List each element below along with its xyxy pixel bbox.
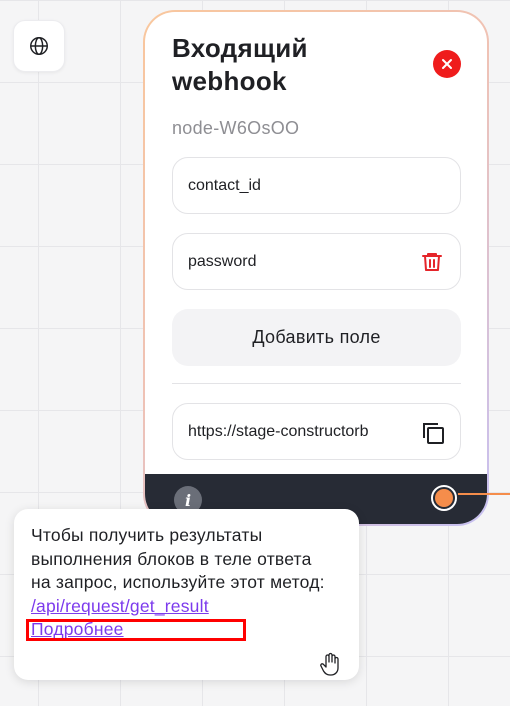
close-button[interactable] [433, 50, 461, 78]
globe-button[interactable] [13, 20, 65, 72]
webhook-url: https://stage-constructorb [188, 422, 369, 440]
method-link[interactable]: /api/request/get_result [31, 595, 342, 619]
trash-icon[interactable] [420, 250, 444, 274]
field-password[interactable]: password [172, 233, 461, 290]
field-label: contact_id [188, 176, 261, 194]
more-link[interactable]: Подробнее [31, 618, 342, 642]
field-contact-id[interactable]: contact_id [172, 157, 461, 214]
add-field-button[interactable]: Добавить поле [172, 309, 461, 366]
output-handle-dot [435, 489, 453, 507]
copy-icon[interactable] [420, 420, 446, 446]
info-tooltip: Чтобы получить результаты выполнения бло… [14, 509, 359, 680]
tooltip-text: Чтобы получить результаты выполнения бло… [31, 525, 325, 592]
field-label: password [188, 252, 257, 270]
connection-edge [458, 493, 510, 495]
globe-icon [30, 37, 48, 55]
node-id: node-W6OsOO [172, 118, 300, 138]
webhook-url-field[interactable]: https://stage-constructorb [172, 403, 461, 460]
hand-cursor-icon [320, 652, 339, 676]
node-title: Входящий webhook [172, 33, 308, 96]
divider [172, 383, 461, 384]
close-icon [442, 59, 452, 69]
output-handle[interactable] [431, 485, 457, 511]
webhook-node-card[interactable]: Входящий webhook node-W6OsOO contact_id … [143, 10, 489, 526]
